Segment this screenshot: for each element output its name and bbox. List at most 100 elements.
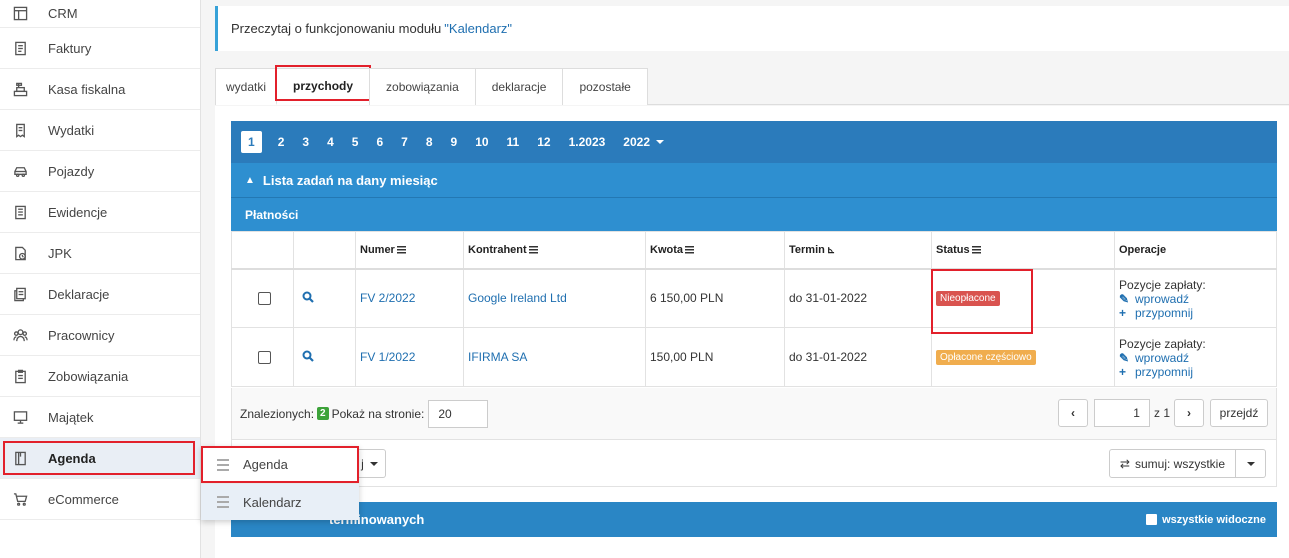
enter-payment-link[interactable]: ✎ wprowadź xyxy=(1119,351,1276,365)
sidebar-item-agenda[interactable]: Agenda xyxy=(0,438,200,479)
undated-tasks-header[interactable]: terminowanych wszystkie widoczne xyxy=(231,502,1277,537)
all-visible-toggle[interactable]: wszystkie widoczne xyxy=(1146,514,1266,526)
sum-button[interactable]: ⇄ sumuj: wszystkie xyxy=(1108,449,1236,478)
tab-zobowiazania[interactable]: zobowiązania xyxy=(369,68,476,105)
sidebar: CRM Faktury Kasa fiskalna Wydatki Pojazd… xyxy=(0,0,201,558)
tasks-header[interactable]: ▲ Lista zadań na dany miesiąc xyxy=(231,163,1277,197)
chevron-right-icon: › xyxy=(1187,406,1191,420)
next-page-button[interactable]: › xyxy=(1174,399,1204,427)
tab-bar: wydatki przychody zobowiązania deklaracj… xyxy=(215,65,1289,105)
sidebar-item-deklaracje[interactable]: Deklaracje xyxy=(0,274,200,315)
operations-cell: Pozycje zapłaty: ✎ wprowadź + przypomnij xyxy=(1114,327,1277,387)
year-dropdown[interactable]: 2022 xyxy=(614,131,673,153)
search-icon[interactable] xyxy=(302,291,314,303)
sidebar-item-kasa-fiskalna[interactable]: Kasa fiskalna xyxy=(0,69,200,110)
sidebar-item-pracownicy[interactable]: Pracownicy xyxy=(0,315,200,356)
search-icon[interactable] xyxy=(302,350,314,362)
per-page-input[interactable]: 20 xyxy=(428,399,489,428)
contractor-link[interactable]: IFIRMA SA xyxy=(463,327,646,387)
all-visible-checkbox[interactable] xyxy=(1146,514,1158,525)
row-checkbox[interactable] xyxy=(258,350,271,364)
month-8[interactable]: 8 xyxy=(417,131,442,153)
due-date-cell: do 31-01-2022 xyxy=(784,268,932,328)
submenu-item-kalendarz[interactable]: Kalendarz xyxy=(201,483,359,520)
prev-page-button[interactable]: ‹ xyxy=(1057,399,1088,427)
go-button[interactable]: przejdź xyxy=(1210,399,1268,427)
sidebar-item-wydatki[interactable]: Wydatki xyxy=(0,110,200,151)
row-checkbox-cell xyxy=(231,268,294,328)
sidebar-item-label: Zobowiązania xyxy=(48,368,129,384)
tab-pozostale[interactable]: pozostałe xyxy=(562,68,648,105)
remind-link[interactable]: + przypomnij xyxy=(1119,365,1276,379)
sidebar-item-ewidencje[interactable]: Ewidencje xyxy=(0,192,200,233)
invoice-number-link[interactable]: FV 1/2022 xyxy=(355,327,464,387)
col-operacje: Operacje xyxy=(1114,231,1277,270)
month-12[interactable]: 12 xyxy=(528,131,559,153)
col-kontrahent[interactable]: Kontrahent xyxy=(463,231,646,270)
cart-icon xyxy=(12,491,28,507)
tab-wydatki[interactable]: wydatki xyxy=(215,68,278,105)
agenda-icon xyxy=(12,450,28,466)
sidebar-item-label: Deklaracje xyxy=(48,286,110,302)
month-3[interactable]: 3 xyxy=(293,131,318,153)
month-5[interactable]: 5 xyxy=(343,131,368,153)
status-cell: Nieopłacone xyxy=(931,268,1115,334)
sum-dropdown-toggle[interactable] xyxy=(1236,449,1266,478)
col-kwota[interactable]: Kwota xyxy=(645,231,785,270)
month-11[interactable]: 11 xyxy=(498,131,529,153)
sidebar-item-label: Pojazdy xyxy=(48,163,95,179)
sidebar-item-ecommerce[interactable]: eCommerce xyxy=(0,479,200,520)
month-selector: 1 2 3 4 5 6 7 8 9 10 11 12 1.2023 2022 xyxy=(231,121,1277,163)
sort-asc-icon: ⊾ xyxy=(826,244,836,256)
enter-payment-link[interactable]: ✎ wprowadź xyxy=(1119,292,1276,306)
sidebar-item-pojazdy[interactable]: Pojazdy xyxy=(0,151,200,192)
month-10[interactable]: 10 xyxy=(466,131,497,153)
info-link[interactable]: "Kalendarz" xyxy=(444,21,512,36)
sort-icon xyxy=(528,245,538,254)
chevron-left-icon: ‹ xyxy=(1070,406,1075,420)
sidebar-item-zobowiazania[interactable]: Zobowiązania xyxy=(0,356,200,397)
submenu-item-agenda[interactable]: Agenda xyxy=(201,446,359,483)
found-count-badge: 2 xyxy=(317,407,329,420)
sum-button-group: ⇄ sumuj: wszystkie xyxy=(1108,449,1266,478)
month-1[interactable]: 1 xyxy=(241,131,262,153)
info-text: Przeczytaj o funkcjonowaniu modułu xyxy=(231,21,442,36)
sidebar-item-label: eCommerce xyxy=(48,491,119,507)
car-icon xyxy=(12,163,28,179)
col-numer[interactable]: Numer xyxy=(355,231,464,270)
receipt-icon xyxy=(12,122,28,138)
operations-cell: Pozycje zapłaty: ✎ wprowadź + przypomnij xyxy=(1114,268,1277,328)
amount-cell: 6 150,00 PLN xyxy=(645,268,785,328)
month-7[interactable]: 7 xyxy=(392,131,417,153)
status-badge: Opłacone częściowo xyxy=(936,350,1036,365)
page-number-input[interactable]: 1 xyxy=(1093,399,1150,427)
month-4[interactable]: 4 xyxy=(318,131,343,153)
table-footer: Znalezionych: 2 Pokaż na stronie: 20 ‹ 1… xyxy=(231,388,1277,440)
month-1-2023[interactable]: 1.2023 xyxy=(560,131,615,153)
layout-icon xyxy=(12,6,28,22)
sort-icon xyxy=(685,245,694,254)
ops-title: Pozycje zapłaty: xyxy=(1119,278,1206,293)
contractor-link[interactable]: Google Ireland Ltd xyxy=(463,268,646,328)
plus-icon: + xyxy=(1119,306,1127,321)
invoice-number-link[interactable]: FV 2/2022 xyxy=(355,268,464,328)
sidebar-item-label: CRM xyxy=(48,6,78,21)
table-row: FV 1/2022 IFIRMA SA 150,00 PLN do 31-01-… xyxy=(231,327,1277,387)
tab-przychody[interactable]: przychody xyxy=(275,65,372,105)
sidebar-item-jpk[interactable]: JPK xyxy=(0,233,200,274)
sidebar-item-majatek[interactable]: Majątek xyxy=(0,397,200,438)
month-6[interactable]: 6 xyxy=(367,131,392,153)
info-bar: Przeczytaj o funkcjonowaniu modułu "Kale… xyxy=(215,6,1289,51)
month-9[interactable]: 9 xyxy=(442,131,467,153)
col-termin[interactable]: Termin ⊾ xyxy=(784,231,932,270)
tab-deklaracje[interactable]: deklaracje xyxy=(474,68,564,105)
remind-link[interactable]: + przypomnij xyxy=(1119,306,1276,320)
sidebar-item-crm[interactable]: CRM xyxy=(0,0,200,28)
preview-cell xyxy=(293,268,356,328)
row-checkbox[interactable] xyxy=(258,291,271,305)
month-2[interactable]: 2 xyxy=(269,131,294,153)
caret-down-icon xyxy=(656,140,664,144)
col-status[interactable]: Status xyxy=(931,231,1115,270)
jpk-file-icon xyxy=(12,245,28,261)
sidebar-item-faktury[interactable]: Faktury xyxy=(0,28,200,69)
